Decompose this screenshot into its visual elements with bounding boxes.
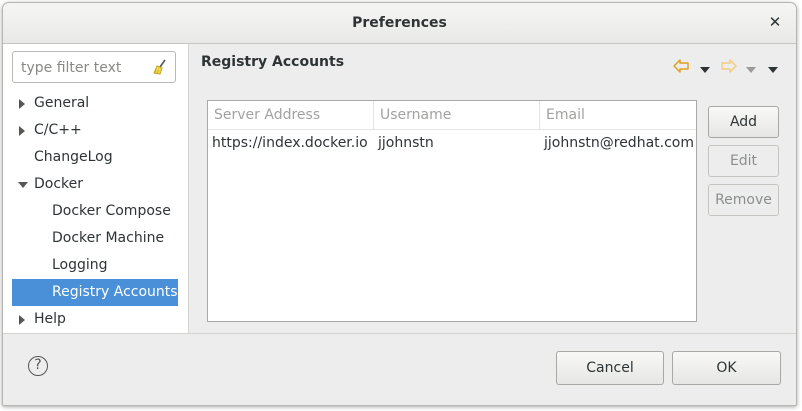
tree-item-label: Docker Machine — [52, 230, 165, 246]
preference-tree-pane: General C/C++ ChangeLog Docker Docker Co… — [3, 44, 189, 333]
tree-item-label: General — [34, 95, 90, 111]
add-button[interactable]: Add — [708, 106, 779, 138]
tree-item-general[interactable]: General — [12, 90, 188, 117]
tree-item-label: Help — [34, 311, 66, 327]
help-icon[interactable]: ? — [28, 356, 48, 376]
close-icon[interactable]: ✕ — [766, 13, 784, 31]
tree-item-label: Docker — [34, 176, 84, 192]
table-header: Server Address Username Email — [208, 101, 696, 130]
cancel-button[interactable]: Cancel — [556, 351, 664, 385]
footer-separator — [3, 333, 796, 334]
expand-arrow-icon[interactable] — [18, 117, 28, 144]
filter-box — [12, 51, 176, 83]
ok-button[interactable]: OK — [672, 351, 781, 385]
expand-arrow-icon[interactable] — [18, 306, 28, 333]
cell-server-address: https://index.docker.io — [212, 135, 368, 151]
tree-item-label: C/C++ — [34, 122, 82, 138]
tree-item-docker-machine[interactable]: Docker Machine — [12, 225, 188, 252]
back-arrow-icon[interactable] — [672, 57, 690, 79]
column-header-username[interactable]: Username — [374, 101, 540, 129]
preference-tree: General C/C++ ChangeLog Docker Docker Co… — [12, 90, 188, 333]
window-title: Preferences — [352, 15, 447, 31]
broom-icon[interactable] — [151, 58, 169, 76]
tree-item-changelog[interactable]: ChangeLog — [12, 144, 188, 171]
tree-item-cpp[interactable]: C/C++ — [12, 117, 188, 144]
cell-username: jjohnstn — [378, 135, 434, 151]
forward-dropdown-icon[interactable] — [746, 62, 756, 78]
column-header-server-address[interactable]: Server Address — [208, 101, 374, 129]
title-bar: Preferences ✕ — [3, 3, 796, 44]
forward-arrow-icon[interactable] — [720, 57, 738, 79]
tree-item-docker[interactable]: Docker — [12, 171, 188, 198]
expand-arrow-icon[interactable] — [18, 90, 28, 117]
registry-accounts-table: Server Address Username Email https://in… — [207, 100, 697, 322]
preferences-dialog: Preferences ✕ General C/C++ — [2, 2, 797, 406]
tree-item-label: ChangeLog — [34, 149, 113, 165]
tree-item-label: Logging — [52, 257, 108, 273]
tree-item-label: Registry Accounts — [52, 284, 178, 300]
tree-item-logging[interactable]: Logging — [12, 252, 188, 279]
edit-button[interactable]: Edit — [708, 145, 779, 177]
back-dropdown-icon[interactable] — [700, 62, 710, 78]
page-title: Registry Accounts — [201, 54, 345, 70]
table-row[interactable]: https://index.docker.io jjohnstn jjohnst… — [208, 130, 696, 156]
tree-item-registry-accounts[interactable]: Registry Accounts — [12, 279, 178, 306]
column-header-email[interactable]: Email — [540, 101, 696, 129]
remove-button[interactable]: Remove — [708, 184, 779, 216]
cell-email: jjohnstn@redhat.com — [544, 135, 694, 151]
collapse-arrow-icon[interactable] — [18, 171, 28, 198]
filter-input[interactable] — [19, 58, 151, 78]
menu-icon[interactable] — [768, 62, 778, 78]
page-navigation — [672, 57, 782, 79]
tree-item-label: Docker Compose — [52, 203, 171, 219]
tree-item-help[interactable]: Help — [12, 306, 188, 333]
tree-item-docker-compose[interactable]: Docker Compose — [12, 198, 188, 225]
